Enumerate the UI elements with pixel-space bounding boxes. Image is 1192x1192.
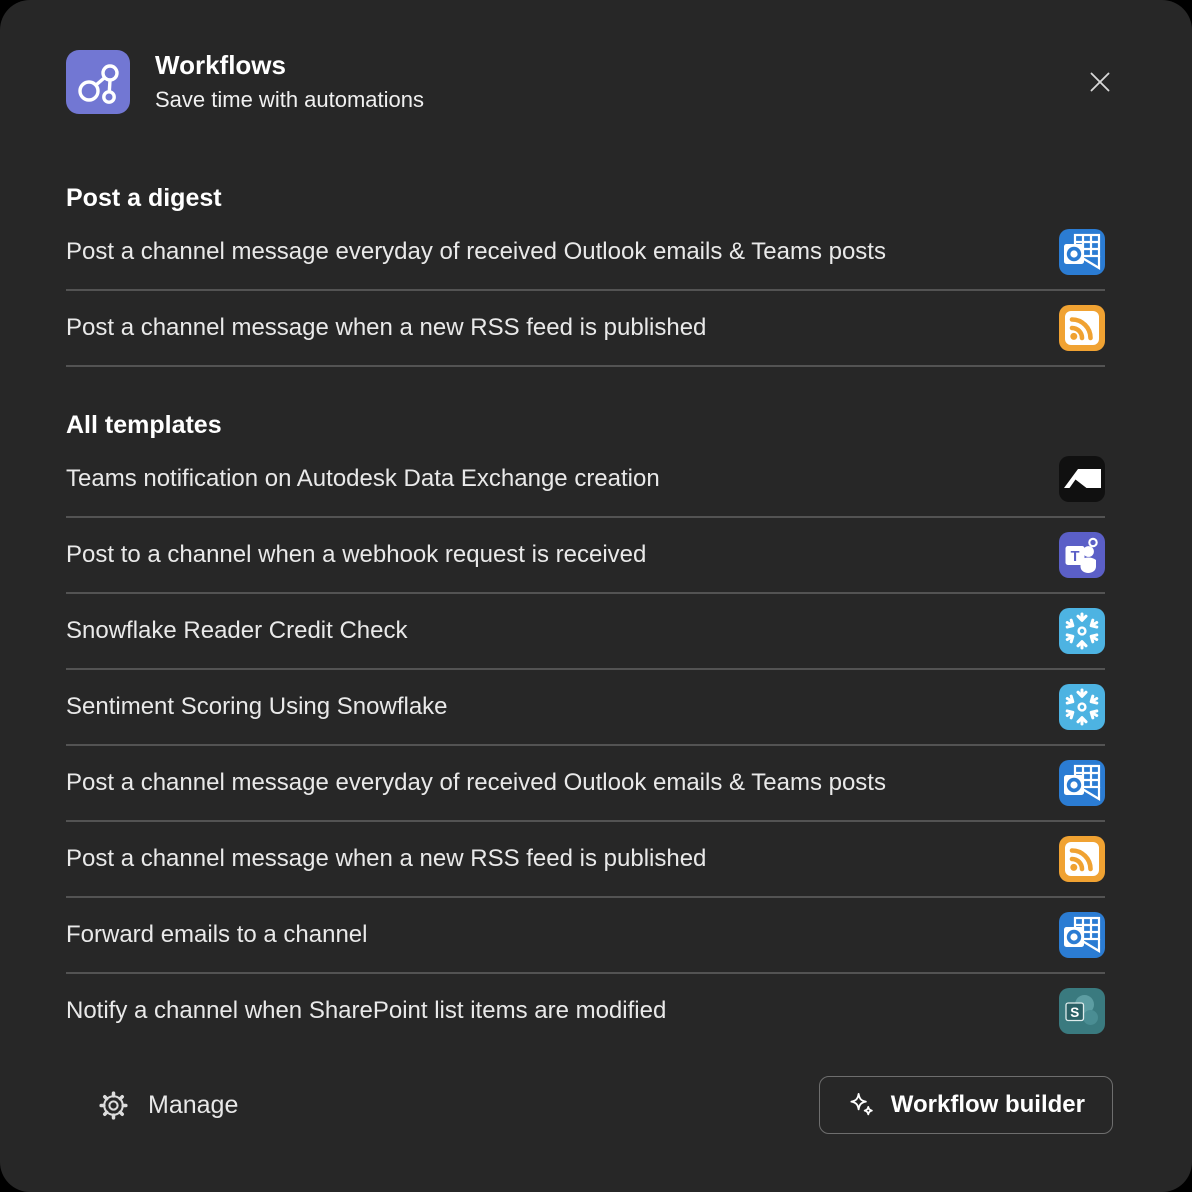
manage-label: Manage xyxy=(148,1091,238,1120)
snowflake-icon xyxy=(1059,684,1105,730)
workflow-template-row[interactable]: Post a channel message everyday of recei… xyxy=(66,215,1105,291)
workflow-template-row[interactable]: Post to a channel when a webhook request… xyxy=(66,518,1105,594)
section: Post a digest Post a channel message ever… xyxy=(66,184,1105,367)
template-list: Teams notification on Autodesk Data Exch… xyxy=(66,442,1105,1048)
section: All templates Teams notification on Autod… xyxy=(66,411,1105,1048)
autodesk-icon xyxy=(1059,456,1105,502)
workflow-template-label: Post a channel message everyday of recei… xyxy=(66,238,886,266)
workflows-dialog: Workflows Save time with automations Pos… xyxy=(0,0,1192,1192)
outlook-icon xyxy=(1059,229,1105,275)
rss-icon xyxy=(1059,836,1105,882)
workflow-template-label: Post a channel message when a new RSS fe… xyxy=(66,845,706,873)
workflow-template-label: Forward emails to a channel xyxy=(66,921,367,949)
workflow-template-row[interactable]: Teams notification on Autodesk Data Exch… xyxy=(66,442,1105,518)
template-list: Post a channel message everyday of recei… xyxy=(66,215,1105,367)
workflow-template-label: Post a channel message when a new RSS fe… xyxy=(66,314,706,342)
dialog-footer: Manage Workflow builder xyxy=(96,1076,1113,1134)
outlook-icon xyxy=(1059,912,1105,958)
manage-button[interactable]: Manage xyxy=(96,1088,238,1123)
workflow-template-label: Sentiment Scoring Using Snowflake xyxy=(66,693,448,721)
rss-icon xyxy=(1059,305,1105,351)
workflow-template-row[interactable]: Post a channel message when a new RSS fe… xyxy=(66,291,1105,367)
workflow-template-label: Snowflake Reader Credit Check xyxy=(66,617,408,645)
workflow-template-row[interactable]: Forward emails to a channel xyxy=(66,898,1105,974)
template-sections: Post a digest Post a channel message ever… xyxy=(0,184,1192,1048)
close-button[interactable] xyxy=(1082,64,1118,100)
workflow-builder-button[interactable]: Workflow builder xyxy=(819,1076,1113,1134)
outlook-icon xyxy=(1059,760,1105,806)
workflows-icon xyxy=(66,50,130,114)
sparkle-icon xyxy=(847,1091,876,1120)
header-text: Workflows Save time with automations xyxy=(155,51,424,113)
workflow-builder-label: Workflow builder xyxy=(891,1091,1085,1119)
workflow-template-row[interactable]: Snowflake Reader Credit Check xyxy=(66,594,1105,670)
dialog-title: Workflows xyxy=(155,51,424,81)
teams-icon: T xyxy=(1059,532,1105,578)
dialog-subtitle: Save time with automations xyxy=(155,87,424,113)
svg-text:S: S xyxy=(1070,1005,1079,1020)
gear-icon xyxy=(96,1088,131,1123)
section-heading: Post a digest xyxy=(66,184,1105,213)
svg-text:T: T xyxy=(1071,549,1080,565)
workflow-template-row[interactable]: Post a channel message when a new RSS fe… xyxy=(66,822,1105,898)
workflow-template-row[interactable]: Sentiment Scoring Using Snowflake xyxy=(66,670,1105,746)
workflow-template-label: Post a channel message everyday of recei… xyxy=(66,769,886,797)
snowflake-icon xyxy=(1059,608,1105,654)
workflow-template-label: Notify a channel when SharePoint list it… xyxy=(66,997,666,1025)
workflow-template-row[interactable]: Notify a channel when SharePoint list it… xyxy=(66,974,1105,1048)
workflow-template-row[interactable]: Post a channel message everyday of recei… xyxy=(66,746,1105,822)
close-icon xyxy=(1084,66,1116,98)
workflow-template-label: Teams notification on Autodesk Data Exch… xyxy=(66,465,660,493)
dialog-header: Workflows Save time with automations xyxy=(0,0,1192,114)
workflow-template-label: Post to a channel when a webhook request… xyxy=(66,541,646,569)
sharepoint-icon: S xyxy=(1059,988,1105,1034)
section-heading: All templates xyxy=(66,411,1105,440)
